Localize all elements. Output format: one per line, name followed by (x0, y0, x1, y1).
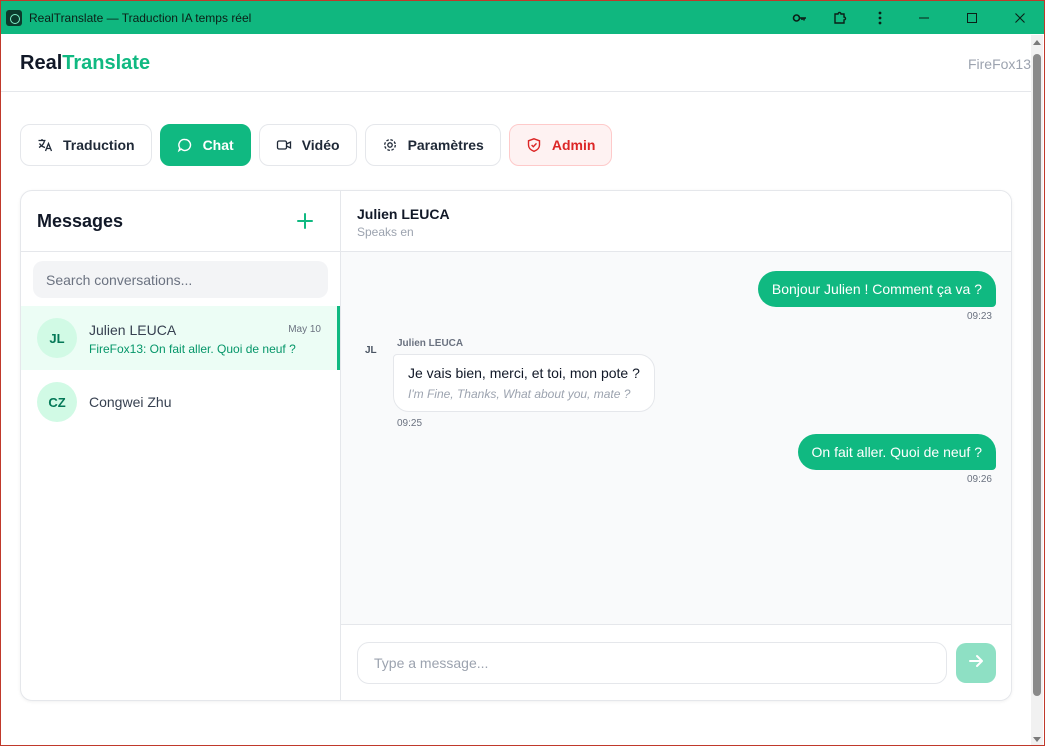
app-header: RealTranslate FireFox13 (1, 34, 1031, 92)
window-controls (780, 1, 1044, 34)
incoming-message: Je vais bien, merci, et toi, mon pote ? … (393, 354, 655, 412)
main-tabs: Traduction Chat Vidéo Paramètres Admin (20, 124, 613, 166)
message-composer (341, 625, 1011, 700)
conversation-name: Julien LEUCA (89, 322, 177, 338)
new-conversation-plus-icon[interactable] (294, 210, 316, 232)
tab-video[interactable]: Vidéo (258, 124, 357, 166)
conversation-sidebar: Messages JL Julien LEUCA May 10 FireFox1… (21, 191, 341, 700)
brand-logo: RealTranslate (20, 52, 150, 75)
message-time: 09:23 (966, 311, 992, 322)
message-time: 09:25 (397, 418, 423, 429)
sidebar-header: Messages (21, 191, 340, 252)
brand-text-translate: Translate (62, 52, 151, 74)
outgoing-message: Bonjour Julien ! Comment ça va ? (757, 271, 996, 307)
tab-admin[interactable]: Admin (508, 124, 613, 166)
message-input[interactable] (357, 642, 947, 684)
video-icon (276, 137, 292, 153)
gear-icon (382, 137, 398, 153)
minimize-icon[interactable] (900, 1, 948, 34)
key-icon[interactable] (780, 1, 820, 34)
tab-chat[interactable]: Chat (159, 124, 251, 166)
translate-icon (37, 137, 53, 153)
arrow-right-icon (967, 652, 985, 675)
scroll-down-arrow-icon[interactable] (1033, 737, 1041, 742)
sender-name: Julien LEUCA (397, 338, 464, 349)
search-conversations-input[interactable] (33, 261, 328, 298)
avatar: JL (37, 318, 77, 358)
extension-icon[interactable] (820, 1, 860, 34)
window-titlebar: RealTranslate — Traduction IA temps réel (1, 1, 1044, 34)
message-list: Bonjour Julien ! Comment ça va ? 09:23 J… (341, 252, 1011, 625)
message-translation: I'm Fine, Thanks, What about you, mate ? (408, 387, 631, 401)
chat-icon (177, 137, 193, 153)
send-button[interactable] (956, 643, 996, 683)
window-title: RealTranslate — Traduction IA temps réel (29, 10, 252, 25)
conversation-item-julien[interactable]: JL Julien LEUCA May 10 FireFox13: On fai… (21, 306, 340, 370)
chat-pane: Julien LEUCA Speaks en Bonjour Julien ! … (341, 191, 1011, 700)
contact-name: Julien LEUCA (357, 206, 450, 222)
tab-traduction[interactable]: Traduction (20, 124, 152, 166)
conversation-item-congwei[interactable]: CZ Congwei Zhu (21, 370, 340, 434)
message-original-text: Je vais bien, merci, et toi, mon pote ? (408, 365, 640, 381)
page-scrollbar[interactable] (1031, 35, 1043, 745)
tab-label: Paramètres (407, 137, 484, 153)
tab-label: Vidéo (301, 137, 340, 153)
tab-label: Traduction (63, 137, 135, 153)
close-icon[interactable] (996, 1, 1044, 34)
tab-parametres[interactable]: Paramètres (364, 124, 501, 166)
avatar: CZ (37, 382, 77, 422)
more-icon[interactable] (860, 1, 900, 34)
maximize-icon[interactable] (948, 1, 996, 34)
chat-card: Messages JL Julien LEUCA May 10 FireFox1… (20, 190, 1012, 701)
sender-initials: JL (365, 345, 377, 356)
shield-icon (526, 137, 542, 153)
app-logo-icon (6, 9, 22, 26)
brand-text-real: Real (20, 52, 63, 74)
contact-language: Speaks en (357, 225, 414, 239)
scroll-up-arrow-icon[interactable] (1033, 40, 1041, 45)
conversation-date: May 10 (288, 324, 321, 335)
message-time: 09:26 (966, 474, 992, 485)
sidebar-title: Messages (37, 211, 124, 231)
scroll-thumb[interactable] (1033, 54, 1041, 696)
current-user: FireFox13 (967, 56, 1031, 72)
conversation-name: Congwei Zhu (89, 394, 172, 410)
conversation-preview: FireFox13: On fait aller. Quoi de neuf ? (89, 342, 296, 356)
chat-header: Julien LEUCA Speaks en (341, 191, 1011, 252)
tab-label: Admin (551, 137, 596, 153)
outgoing-message: On fait aller. Quoi de neuf ? (797, 434, 996, 470)
tab-label: Chat (202, 137, 234, 153)
